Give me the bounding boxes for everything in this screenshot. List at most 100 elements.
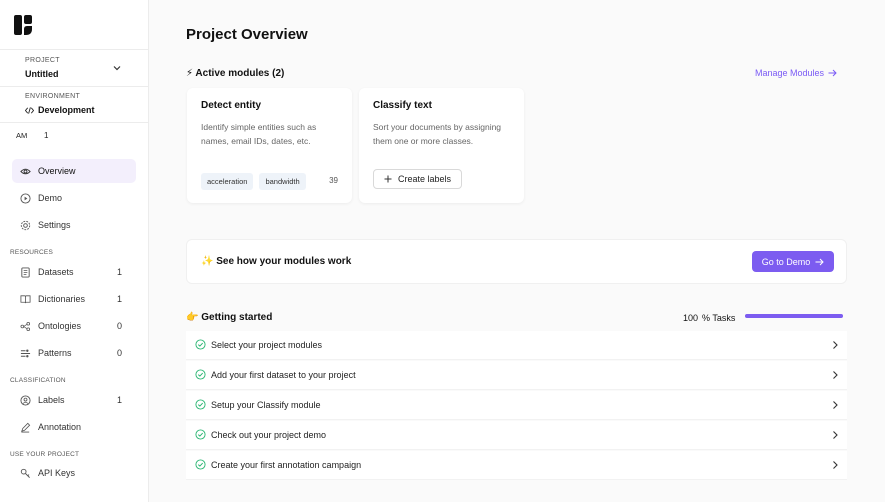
- pen-icon: [21, 422, 31, 432]
- check-circle-icon: [195, 339, 206, 350]
- label-icon: [20, 394, 31, 406]
- check-circle-icon: [195, 459, 206, 470]
- demo-banner: ✨ See how your modules work Go to Demo: [186, 239, 847, 284]
- nav-label: Demo: [38, 193, 63, 203]
- app-logo-icon[interactable]: [14, 15, 34, 35]
- user-count: 1: [44, 131, 49, 140]
- task-row[interactable]: Select your project modules: [186, 331, 847, 360]
- nav-count: 1: [116, 395, 122, 405]
- code-icon: [25, 106, 34, 114]
- page-title: Project Overview: [186, 26, 308, 43]
- getting-started-heading: 👉 Getting started: [186, 312, 273, 323]
- eye-icon: [20, 168, 31, 174]
- demo-banner-text: ✨ See how your modules work: [201, 256, 352, 267]
- task-label: Setup your Classify module: [211, 400, 321, 410]
- module-card-title: Detect entity: [201, 100, 262, 111]
- nav-labels[interactable]: Labels 1: [12, 388, 136, 412]
- task-label: Check out your project demo: [211, 430, 327, 440]
- environment-selector[interactable]: ENVIRONMENT Development: [0, 86, 148, 122]
- arrow-right-icon: [828, 69, 837, 77]
- arrow-right-icon: [815, 258, 824, 265]
- nav-label: Datasets: [38, 267, 74, 277]
- module-card-description: Identify simple entities such as names, …: [201, 122, 317, 146]
- book-icon: [20, 294, 31, 303]
- database-icon: [21, 266, 30, 278]
- module-card-title: Classify text: [373, 100, 432, 111]
- active-modules-heading: ⚡ Active modules (2): [186, 68, 285, 79]
- section-label-classification: CLASSIFICATION: [10, 377, 66, 384]
- chevron-right-icon: [833, 431, 838, 439]
- chevron-right-icon: [833, 401, 838, 409]
- check-circle-icon: [195, 399, 206, 410]
- progress-label: % Tasks: [702, 313, 736, 323]
- pattern-icon: [20, 349, 31, 357]
- tag-list: acceleration bandwidth: [201, 173, 306, 190]
- project-selector[interactable]: PROJECT Untitled: [0, 49, 148, 86]
- progress-value: 100: [683, 313, 699, 323]
- key-icon: [20, 468, 30, 478]
- task-label: Add your first dataset to your project: [211, 370, 356, 380]
- nav-annotation[interactable]: Annotation: [12, 415, 136, 439]
- ontology-icon: [20, 321, 31, 331]
- play-icon: [20, 192, 31, 204]
- nav-label: API Keys: [38, 468, 76, 478]
- gear-icon: [20, 220, 31, 230]
- nav-patterns[interactable]: Patterns 0: [12, 341, 136, 365]
- project-name: Untitled: [25, 69, 59, 79]
- module-card-description: Sort your documents by assigning them on…: [373, 122, 502, 146]
- nav-label: Settings: [38, 220, 71, 230]
- progress-bar: [745, 314, 843, 318]
- nav-count: 0: [116, 348, 122, 358]
- sidebar: PROJECT Untitled ENVIRONMENT Development…: [0, 0, 149, 502]
- nav-ontologies[interactable]: Ontologies 0: [12, 314, 136, 338]
- nav-count: 0: [116, 321, 122, 331]
- nav-label: Overview: [38, 166, 76, 176]
- project-label: PROJECT: [25, 57, 60, 64]
- chevron-right-icon: [833, 461, 838, 469]
- module-card-detect-entity[interactable]: Detect entity Identify simple entities s…: [187, 88, 352, 203]
- task-row[interactable]: Setup your Classify module: [186, 391, 847, 420]
- nav-count: 1: [116, 294, 122, 304]
- tag[interactable]: bandwidth: [259, 173, 306, 190]
- environment-name: Development: [38, 105, 95, 115]
- create-labels-button[interactable]: Create labels: [373, 169, 463, 189]
- tag[interactable]: acceleration: [201, 173, 254, 190]
- nav-label: Dictionaries: [38, 294, 86, 304]
- chevron-right-icon: [833, 341, 838, 349]
- nav-api-keys[interactable]: API Keys: [12, 461, 136, 485]
- nav-datasets[interactable]: Datasets 1: [12, 260, 136, 284]
- chevron-down-icon: [113, 66, 121, 71]
- nav-overview[interactable]: Overview: [12, 159, 136, 183]
- chevron-right-icon: [833, 371, 838, 379]
- manage-modules-link[interactable]: Manage Modules: [755, 68, 837, 78]
- progress-bar-fill: [745, 314, 843, 318]
- environment-value-row: Development: [25, 105, 148, 115]
- nav-dictionaries[interactable]: Dictionaries 1: [12, 287, 136, 311]
- check-circle-icon: [195, 429, 206, 440]
- sidebar-divider: [0, 122, 148, 123]
- nav-label: Labels: [38, 395, 65, 405]
- nav-demo[interactable]: Demo: [12, 186, 136, 210]
- task-row[interactable]: Add your first dataset to your project: [186, 361, 847, 390]
- go-to-demo-button[interactable]: Go to Demo: [752, 251, 834, 272]
- module-card-classify-text[interactable]: Classify text Sort your documents by ass…: [359, 88, 524, 203]
- check-circle-icon: [195, 369, 206, 380]
- nav-label: Ontologies: [38, 321, 82, 331]
- avatar: AM: [16, 131, 28, 140]
- nav-settings[interactable]: Settings: [12, 213, 136, 237]
- section-label-resources: RESOURCES: [10, 249, 53, 256]
- create-labels-label: Create labels: [398, 174, 452, 184]
- nav-label: Patterns: [38, 348, 72, 358]
- task-row[interactable]: Create your first annotation campaign: [186, 451, 847, 480]
- plus-icon: [384, 175, 392, 183]
- user-row[interactable]: AM 1: [16, 131, 48, 140]
- section-label-use-your-project: USE YOUR PROJECT: [10, 451, 80, 458]
- task-label: Select your project modules: [211, 340, 323, 350]
- manage-modules-label: Manage Modules: [755, 68, 825, 78]
- tag-count: 39: [329, 176, 338, 185]
- task-row[interactable]: Check out your project demo: [186, 421, 847, 450]
- environment-label: ENVIRONMENT: [25, 93, 81, 100]
- nav-label: Annotation: [38, 422, 82, 432]
- task-label: Create your first annotation campaign: [211, 460, 362, 470]
- go-to-demo-label: Go to Demo: [761, 256, 811, 267]
